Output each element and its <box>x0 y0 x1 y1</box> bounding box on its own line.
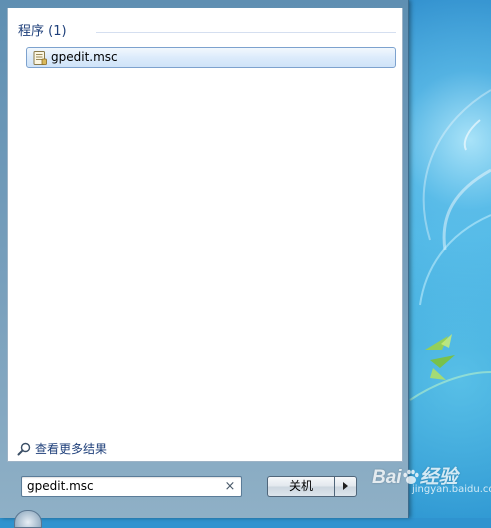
search-results-pane: 程序 (1) gpedit.msc 查看更多结果 <box>7 8 403 462</box>
start-orb-button[interactable] <box>14 510 42 528</box>
shutdown-button[interactable]: 关机 <box>267 476 334 497</box>
watermark-url: jingyan.baidu.com <box>412 484 491 495</box>
chevron-right-icon <box>343 482 348 490</box>
see-more-results-label: 查看更多结果 <box>35 442 108 456</box>
result-item-label: gpedit.msc <box>51 50 118 64</box>
clear-search-icon[interactable]: × <box>224 477 236 496</box>
baidu-watermark: Bai 经验 jingyan.baidu.com <box>372 462 491 500</box>
start-search-input[interactable] <box>22 477 223 496</box>
start-menu: 程序 (1) gpedit.msc 查看更多结果 × 关机 <box>0 0 409 528</box>
results-section-header: 程序 (1) <box>18 23 396 41</box>
search-icon <box>17 442 31 456</box>
result-item-gpedit[interactable]: gpedit.msc <box>26 47 396 68</box>
watermark-brand-left: Bai <box>372 467 402 488</box>
section-divider <box>96 32 396 33</box>
paw-logo-icon <box>402 469 419 484</box>
shutdown-options-button[interactable] <box>334 476 357 497</box>
shutdown-group: 关机 <box>267 476 357 497</box>
document-icon <box>33 51 47 65</box>
start-search-box: × <box>21 476 242 497</box>
results-section-title: 程序 (1) <box>18 24 67 39</box>
